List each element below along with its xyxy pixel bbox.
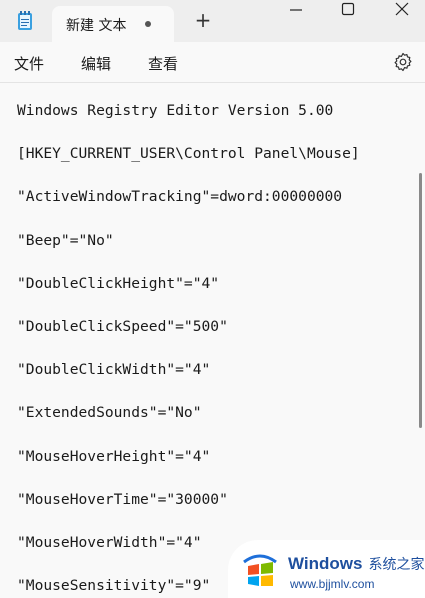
tab-title: 新建 文本	[66, 18, 127, 34]
menu-file[interactable]: 文件	[14, 53, 44, 74]
unsaved-indicator-icon[interactable]	[145, 21, 151, 27]
minimize-button[interactable]	[282, 0, 310, 22]
watermark-title: Windows 系统之家	[288, 554, 424, 574]
watermark: Windows 系统之家 www.bjjmlv.com	[228, 540, 425, 598]
text-line: "MouseHoverTime"="30000"	[17, 491, 228, 508]
close-button[interactable]	[388, 0, 416, 22]
text-line: "DoubleClickHeight"="4"	[17, 275, 220, 292]
menu-edit[interactable]: 编辑	[81, 53, 111, 74]
watermark-cn: 系统之家	[368, 556, 425, 572]
windows-logo-icon	[243, 554, 277, 586]
title-bar: 新建 文本 +	[0, 0, 425, 42]
text-editor[interactable]: Windows Registry Editor Version 5.00 [HK…	[0, 83, 425, 598]
text-line: "DoubleClickSpeed"="500"	[17, 318, 228, 335]
maximize-button[interactable]	[334, 0, 362, 22]
text-line: "Beep"="No"	[17, 232, 114, 249]
watermark-url: www.bjjmlv.com	[290, 577, 375, 591]
text-line: "ActiveWindowTracking"=dword:00000000	[17, 188, 343, 205]
new-tab-button[interactable]: +	[193, 10, 213, 30]
text-line: [HKEY_CURRENT_USER\Control Panel\Mouse]	[17, 145, 360, 162]
text-line: Windows Registry Editor Version 5.00	[17, 102, 334, 119]
watermark-brand: Windows	[288, 554, 363, 573]
text-line: "DoubleClickWidth"="4"	[17, 361, 211, 378]
notepad-icon	[18, 11, 32, 30]
vertical-scrollbar[interactable]	[419, 173, 422, 428]
text-line: "ExtendedSounds"="No"	[17, 404, 202, 421]
settings-gear-icon[interactable]	[393, 52, 413, 72]
text-line: "MouseHoverWidth"="4"	[17, 534, 202, 551]
tab-document[interactable]: 新建 文本	[52, 6, 174, 42]
menu-view[interactable]: 查看	[148, 53, 178, 74]
menu-bar: 文件 编辑 查看	[0, 42, 425, 83]
text-line: "MouseHoverHeight"="4"	[17, 448, 211, 465]
text-line: "MouseSensitivity"="9"	[17, 577, 211, 594]
